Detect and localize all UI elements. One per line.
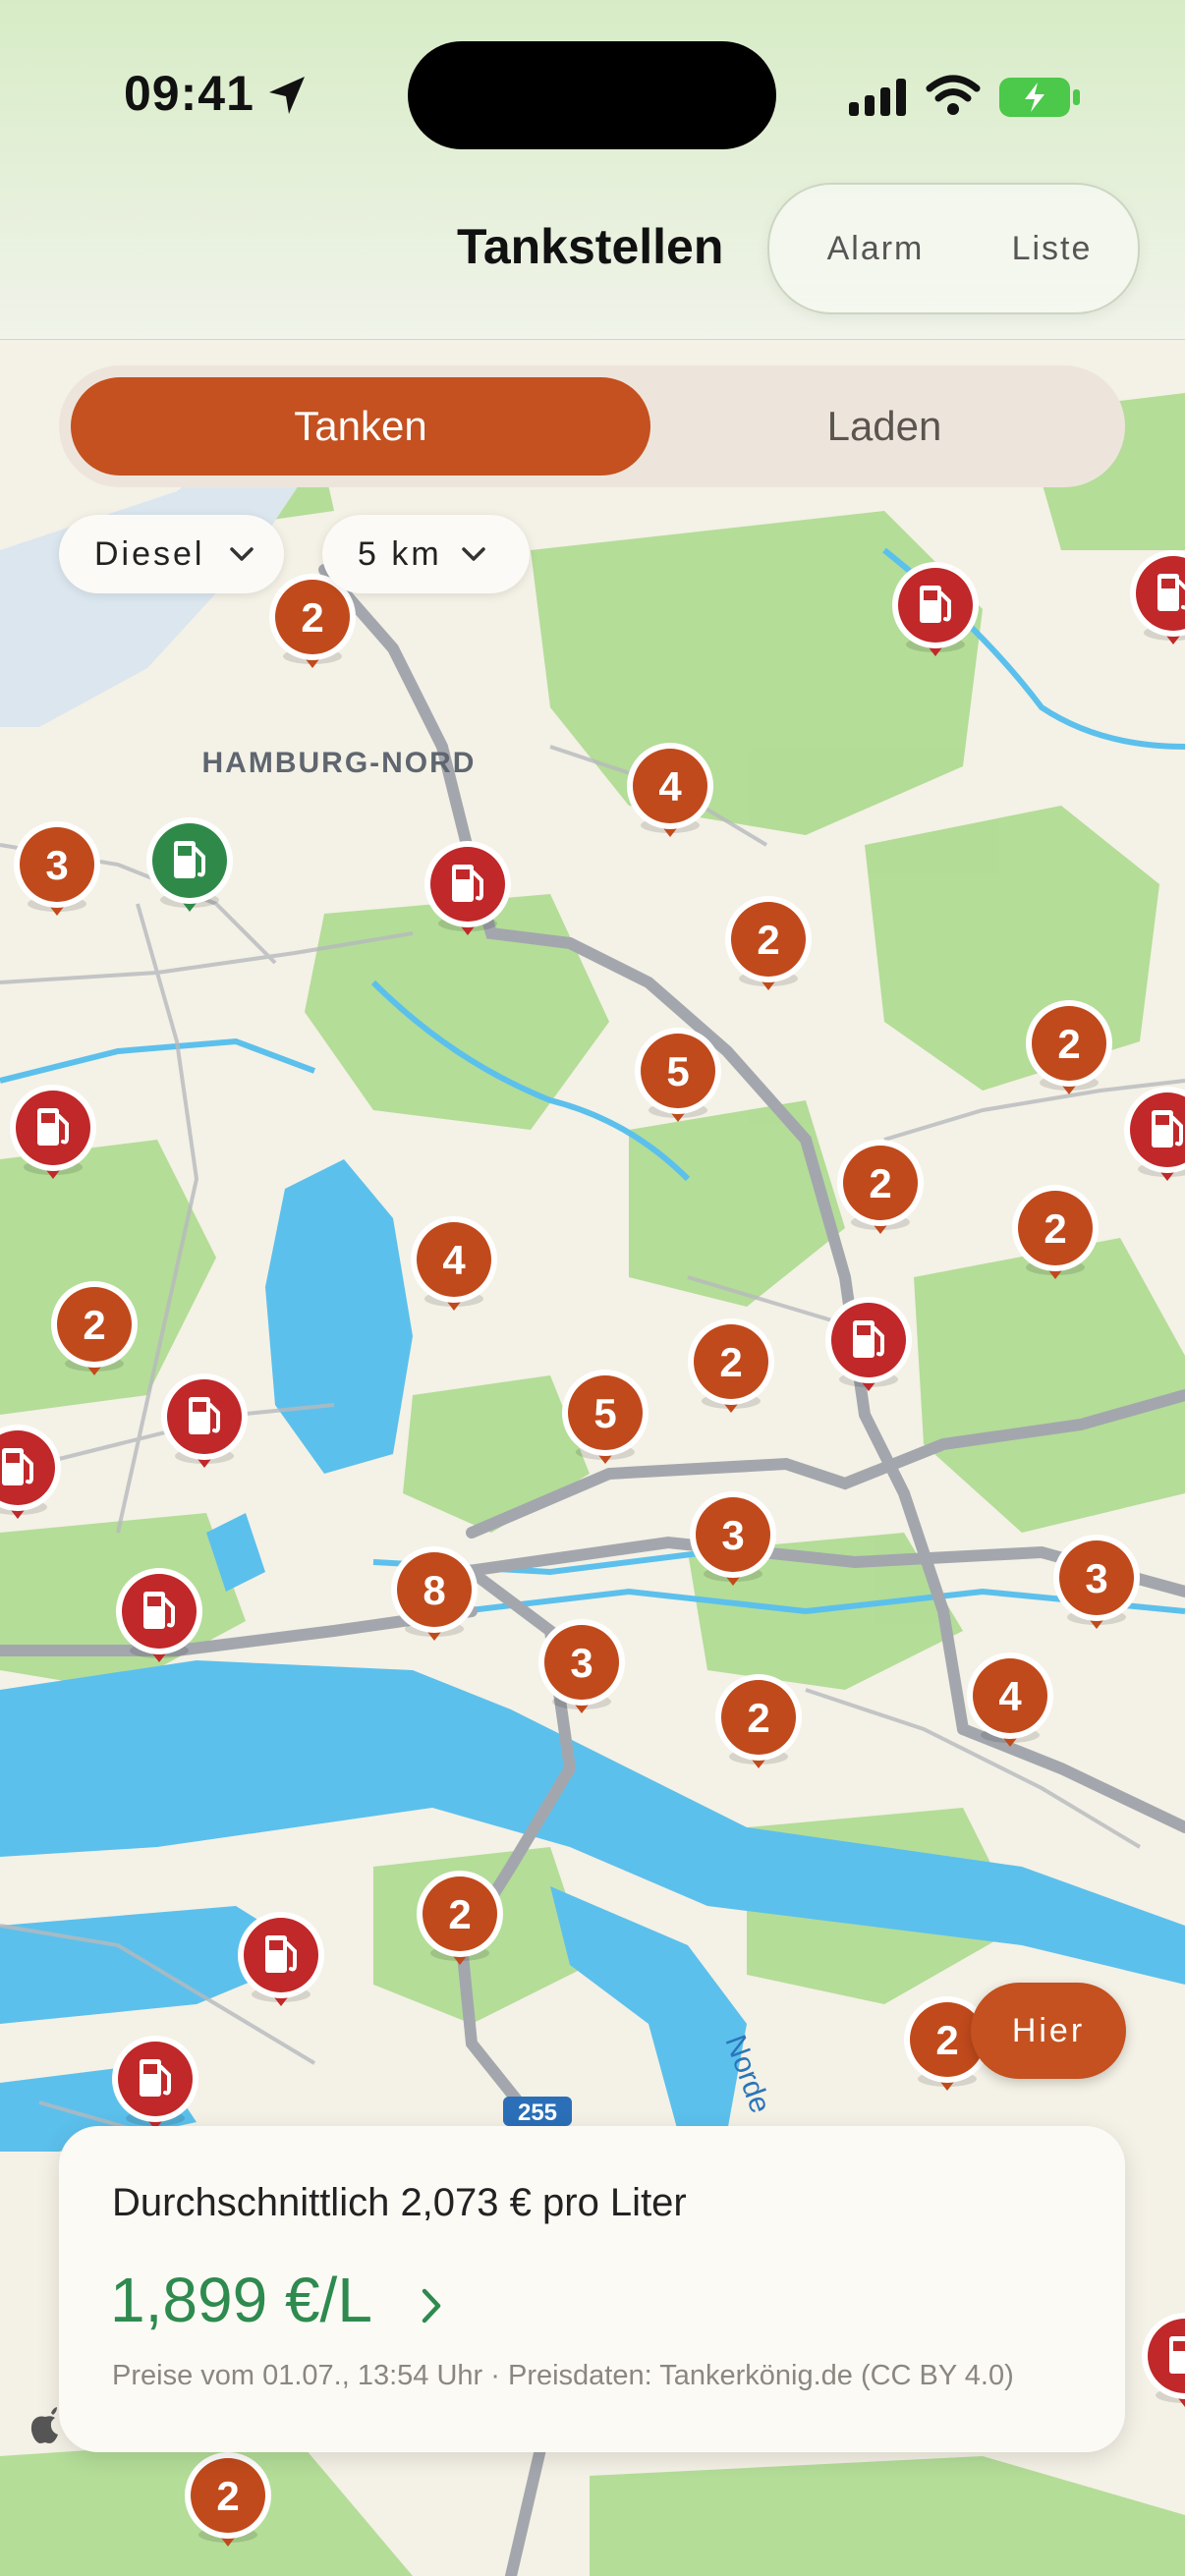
cluster-count-label: 2	[1044, 1205, 1066, 1252]
chevron-down-icon	[230, 547, 254, 561]
cellular-signal-icon	[849, 79, 906, 116]
cluster-count-label: 2	[448, 1891, 471, 1937]
cluster-count-label: 3	[45, 842, 68, 888]
cluster-count-label: 5	[593, 1390, 616, 1436]
price-source-footnote: Preise vom 01.07., 13:54 Uhr · Preisdate…	[112, 2360, 1014, 2391]
cluster-count-label: 2	[719, 1339, 742, 1385]
cluster-count-label: 2	[216, 2473, 239, 2519]
radius-dropdown[interactable]: 5 km	[322, 515, 530, 593]
cluster-count-label: 4	[998, 1673, 1022, 1719]
locate-here-button[interactable]: Hier	[971, 1983, 1126, 2079]
segment-tanken[interactable]: Tanken	[71, 377, 650, 476]
cluster-count-label: 5	[666, 1048, 689, 1094]
cluster-count-label: 3	[721, 1512, 744, 1558]
cluster-count-label: 2	[301, 594, 323, 641]
fuel-type-dropdown[interactable]: Diesel	[59, 515, 284, 593]
chevron-down-icon	[462, 547, 485, 561]
status-time: 09:41	[124, 66, 254, 121]
cluster-count-label: 3	[570, 1640, 592, 1686]
apple-maps-logo-icon[interactable]	[29, 2407, 61, 2444]
fuel-charge-segmented-control: Tanken Laden	[59, 365, 1125, 487]
cluster-count-label: 2	[757, 917, 779, 963]
cluster-count-label: 4	[442, 1237, 466, 1283]
cluster-count-label: 2	[83, 1302, 105, 1348]
cluster-count-label: 4	[658, 763, 682, 810]
best-price-link[interactable]: 1,899 €/L	[110, 2264, 372, 2336]
wifi-icon	[926, 75, 981, 115]
cluster-count-label: 2	[747, 1695, 769, 1741]
radius-value: 5 km	[358, 535, 442, 573]
cluster-count-label: 2	[1057, 1021, 1080, 1067]
navigation-header: 09:41 Tankstellen Alarm Liste	[0, 0, 1185, 340]
nav-actions-group: Alarm Liste	[767, 183, 1140, 314]
chevron-right-icon	[422, 2288, 441, 2324]
segment-laden[interactable]: Laden	[653, 377, 1115, 476]
price-summary-card[interactable]: Durchschnittlich 2,073 € pro Liter 1,899…	[59, 2126, 1125, 2452]
alarm-button[interactable]: Alarm	[797, 185, 954, 312]
svg-text:255: 255	[518, 2100, 557, 2126]
cluster-count-label: 2	[869, 1160, 891, 1206]
cluster-count-label: 3	[1085, 1555, 1107, 1601]
page-title: Tankstellen	[457, 219, 724, 274]
fuel-pump-icon	[1169, 2336, 1185, 2374]
dynamic-island	[408, 41, 776, 149]
fuel-type-value: Diesel	[94, 535, 205, 573]
average-price-text: Durchschnittlich 2,073 € pro Liter	[112, 2181, 687, 2224]
cluster-count-label: 8	[423, 1567, 445, 1613]
road-number-badge: 255	[503, 2097, 572, 2126]
list-button[interactable]: Liste	[986, 185, 1118, 312]
cluster-count-label: 2	[935, 2017, 958, 2063]
district-label: HAMBURG-NORD	[202, 747, 477, 779]
battery-charging-icon	[999, 78, 1080, 117]
location-arrow-icon	[269, 77, 305, 114]
